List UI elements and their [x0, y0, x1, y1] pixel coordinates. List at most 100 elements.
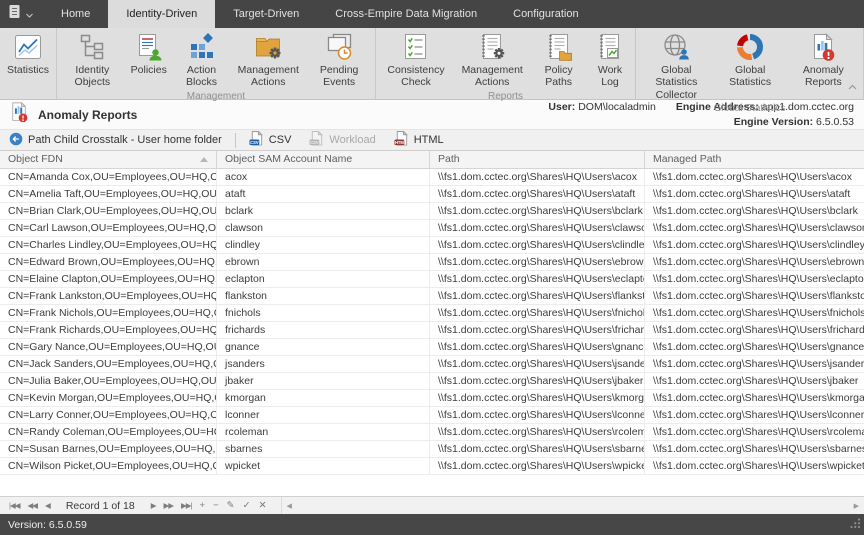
cell-path: \\fs1.dom.cctec.org\Shares\HQ\Users\fric… [430, 322, 645, 338]
toolbar-separator [235, 133, 236, 148]
cell-path: \\fs1.dom.cctec.org\Shares\HQ\Users\ebro… [430, 254, 645, 270]
ribbon-button-identity-objects[interactable]: Identity Objects [59, 31, 126, 90]
ribbon-button-management-actions-report[interactable]: Management Actions [454, 31, 530, 90]
nav-next-button[interactable]: ▶ [147, 501, 160, 510]
export-workload-button[interactable]: CSV Workload [300, 130, 384, 150]
cell-sam-account: clawson [217, 220, 430, 236]
table-row[interactable]: CN=Charles Lindley,OU=Employees,OU=HQ,OU… [0, 237, 864, 254]
ribbon-button-policy-paths[interactable]: Policy Paths [530, 31, 587, 90]
ribbon-button-label: Global Statistics Collector [643, 64, 710, 101]
resize-grip[interactable] [849, 516, 861, 534]
cell-path: \\fs1.dom.cctec.org\Shares\HQ\Users\clin… [430, 237, 645, 253]
table-row[interactable]: CN=Wilson Picket,OU=Employees,OU=HQ,OU=d… [0, 458, 864, 475]
cell-sam-account: ebrown [217, 254, 430, 270]
nav-next-page-button[interactable]: ▶▶ [159, 501, 177, 510]
ribbon-button-global-statistics-collector[interactable]: Global Statistics Collector [638, 31, 715, 102]
table-row[interactable]: CN=Randy Coleman,OU=Employees,OU=HQ,OU=d… [0, 424, 864, 441]
nav-prev-button[interactable]: ◀ [41, 501, 54, 510]
table-row[interactable]: CN=Frank Nichols,OU=Employees,OU=HQ,OU=d… [0, 305, 864, 322]
cell-sam-account: bclark [217, 203, 430, 219]
cell-managed-path: \\fs1.dom.cctec.org\Shares\HQ\Users\gnan… [645, 339, 864, 355]
collapse-ribbon-icon[interactable] [848, 77, 857, 95]
table-row[interactable]: CN=Elaine Clapton,OU=Employees,OU=HQ,OU=… [0, 271, 864, 288]
table-row[interactable]: CN=Julia Baker,OU=Employees,OU=HQ,OU=dom… [0, 373, 864, 390]
tab-identity-driven[interactable]: Identity-Driven [108, 0, 215, 28]
ribbon-button-consistency-check[interactable]: Consistency Check [378, 31, 454, 90]
nav-cancel-edit-button[interactable]: ✕ [255, 500, 271, 511]
ribbon-button-label: Action Blocks [177, 64, 226, 89]
cell-object-fdn: CN=Frank Lankston,OU=Employees,OU=HQ,OU=… [0, 288, 217, 304]
sort-ascending-icon [200, 157, 208, 162]
nav-first-button[interactable]: |◀◀ [5, 501, 23, 510]
nav-last-button[interactable]: ▶▶| [177, 501, 195, 510]
cell-managed-path: \\fs1.dom.cctec.org\Shares\HQ\Users\ecla… [645, 271, 864, 287]
ribbon-button-pending-events[interactable]: Pending Events [305, 31, 373, 90]
record-navigator: |◀◀ ◀◀ ◀ Record 1 of 18 ▶ ▶▶ ▶▶| + − ✎ ✓… [0, 496, 864, 514]
ribbon-group-statistics: Statistics [0, 28, 57, 99]
ribbon-group-label: Reports [378, 90, 633, 104]
ribbon-group-global-statistics: Global Statistics Collector Global Stati… [636, 28, 864, 99]
table-row[interactable]: CN=Amanda Cox,OU=Employees,OU=HQ,OU=dom,… [0, 169, 864, 186]
donut-chart-icon [735, 32, 765, 62]
table-row[interactable]: CN=Edward Brown,OU=Employees,OU=HQ,OU=do… [0, 254, 864, 271]
column-header-managed-path[interactable]: Managed Path [645, 151, 864, 168]
ribbon-button-global-statistics[interactable]: Global Statistics [715, 31, 786, 90]
tab-cross-empire-data-migration[interactable]: Cross-Empire Data Migration [317, 0, 495, 28]
tab-home[interactable]: Home [43, 0, 108, 28]
cell-object-fdn: CN=Wilson Picket,OU=Employees,OU=HQ,OU=d… [0, 458, 217, 474]
svg-text:HTM: HTM [395, 140, 404, 145]
table-row[interactable]: CN=Larry Conner,OU=Employees,OU=HQ,OU=do… [0, 407, 864, 424]
table-row[interactable]: CN=Brian Clark,OU=Employees,OU=HQ,OU=dom… [0, 203, 864, 220]
nav-end-edit-button[interactable]: ✓ [239, 500, 255, 511]
table-row[interactable]: CN=Gary Nance,OU=Employees,OU=HQ,OU=dom,… [0, 339, 864, 356]
engine-version-value: 6.5.0.53 [816, 116, 854, 128]
column-header-path[interactable]: Path [430, 151, 645, 168]
scroll-left-icon[interactable]: ◀ [282, 502, 297, 510]
nav-edit-button[interactable]: ✎ [223, 500, 239, 511]
ribbon-button-work-log[interactable]: Work Log [587, 31, 633, 90]
cell-object-fdn: CN=Jack Sanders,OU=Employees,OU=HQ,OU=do… [0, 356, 217, 372]
cell-managed-path: \\fs1.dom.cctec.org\Shares\HQ\Users\lcon… [645, 407, 864, 423]
scroll-right-icon[interactable]: ▶ [849, 502, 864, 510]
table-row[interactable]: CN=Jack Sanders,OU=Employees,OU=HQ,OU=do… [0, 356, 864, 373]
cell-sam-account: acox [217, 169, 430, 185]
column-header-object-sam-account-name[interactable]: Object SAM Account Name [217, 151, 430, 168]
cell-object-fdn: CN=Carl Lawson,OU=Employees,OU=HQ,OU=dom… [0, 220, 217, 236]
export-html-button[interactable]: HTM HTML [385, 130, 453, 150]
tab-target-driven[interactable]: Target-Driven [215, 0, 317, 28]
export-csv-button[interactable]: CSV CSV [240, 130, 301, 150]
ribbon-button-statistics[interactable]: Statistics [2, 31, 54, 77]
nav-delete-button[interactable]: − [209, 500, 223, 511]
cell-path: \\fs1.dom.cctec.org\Shares\HQ\Users\fnic… [430, 305, 645, 321]
table-row[interactable]: CN=Frank Richards,OU=Employees,OU=HQ,OU=… [0, 322, 864, 339]
cell-managed-path: \\fs1.dom.cctec.org\Shares\HQ\Users\bcla… [645, 203, 864, 219]
table-row[interactable]: CN=Frank Lankston,OU=Employees,OU=HQ,OU=… [0, 288, 864, 305]
nav-append-button[interactable]: + [196, 500, 210, 511]
table-row[interactable]: CN=Susan Barnes,OU=Employees,OU=HQ,OU=do… [0, 441, 864, 458]
csv-file-icon: CSV [249, 131, 264, 149]
cell-object-fdn: CN=Gary Nance,OU=Employees,OU=HQ,OU=dom,… [0, 339, 217, 355]
cell-sam-account: frichards [217, 322, 430, 338]
scrollbar-track[interactable] [297, 497, 849, 514]
app-menu-button[interactable] [0, 0, 43, 28]
ribbon-button-action-blocks[interactable]: Action Blocks [172, 31, 231, 90]
cell-object-fdn: CN=Frank Nichols,OU=Employees,OU=HQ,OU=d… [0, 305, 217, 321]
ribbon-button-policies[interactable]: Policies [126, 31, 172, 77]
cell-managed-path: \\fs1.dom.cctec.org\Shares\HQ\Users\rcol… [645, 424, 864, 440]
cell-sam-account: fnichols [217, 305, 430, 321]
cell-object-fdn: CN=Randy Coleman,OU=Employees,OU=HQ,OU=d… [0, 424, 217, 440]
tab-configuration[interactable]: Configuration [495, 0, 596, 28]
cell-path: \\fs1.dom.cctec.org\Shares\HQ\Users\jsan… [430, 356, 645, 372]
windows-clock-icon [324, 32, 354, 62]
table-row[interactable]: CN=Carl Lawson,OU=Employees,OU=HQ,OU=dom… [0, 220, 864, 237]
column-header-object-fdn[interactable]: Object FDN [0, 151, 217, 168]
folder-gear-icon [253, 32, 283, 62]
table-row[interactable]: CN=Amelia Taft,OU=Employees,OU=HQ,OU=dom… [0, 186, 864, 203]
back-button[interactable]: Path Child Crosstalk - User home folder [0, 130, 231, 150]
horizontal-scrollbar: ◀ ▶ [281, 497, 864, 514]
ribbon-button-management-actions[interactable]: Management Actions [231, 31, 305, 90]
ribbon-button-label: Policy Paths [535, 64, 582, 89]
table-row[interactable]: CN=Kevin Morgan,OU=Employees,OU=HQ,OU=do… [0, 390, 864, 407]
nav-prev-page-button[interactable]: ◀◀ [23, 501, 41, 510]
cell-managed-path: \\fs1.dom.cctec.org\Shares\HQ\Users\fnic… [645, 305, 864, 321]
